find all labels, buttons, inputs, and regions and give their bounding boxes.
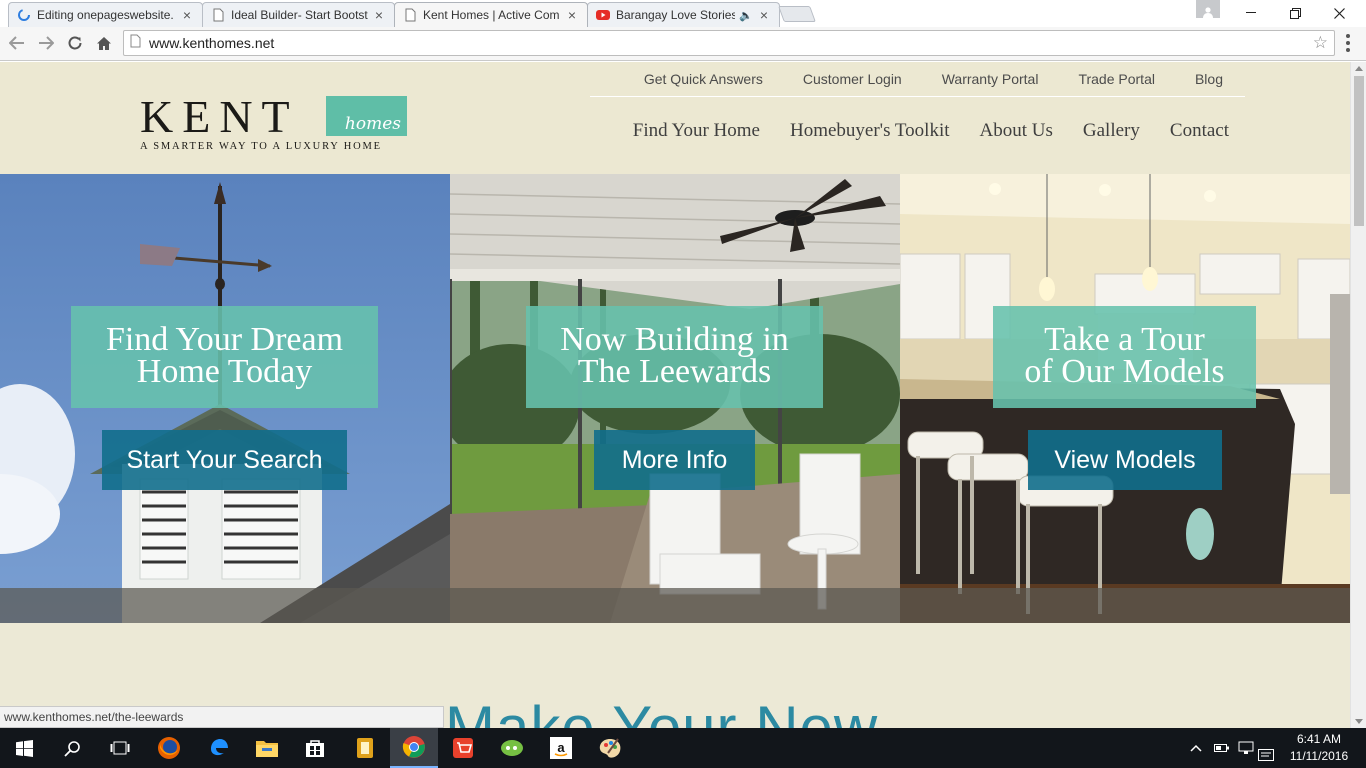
tab-close-icon[interactable]: × [180,7,194,23]
utility-link-blog[interactable]: Blog [1175,71,1245,87]
panel-caption: Find Your Dream Home Today [71,306,378,408]
link-status-bar: www.kenthomes.net/the-leewards [0,706,444,728]
logo-badge: homes [326,96,407,136]
tab-close-icon[interactable]: × [757,7,771,23]
url-text[interactable]: www.kenthomes.net [149,35,274,51]
page-icon [211,8,225,22]
browser-tab-ideal-builder[interactable]: Ideal Builder- Start Bootst × [202,2,395,27]
nav-about-us[interactable]: About Us [965,120,1068,142]
page-icon [403,8,417,22]
edge-icon[interactable] [195,728,243,768]
caption-line-2: The Leewards [577,353,772,390]
panel-footer-strip [0,588,450,623]
more-info-button[interactable]: More Info [594,430,755,490]
nav-contact[interactable]: Contact [1155,120,1245,142]
address-bar[interactable]: www.kenthomes.net ☆ [123,30,1335,56]
clock-date: 11/11/2016 [1289,749,1349,763]
start-your-search-button[interactable]: Start Your Search [102,430,347,490]
power-icon[interactable] [1214,728,1230,768]
nav-find-your-home[interactable]: Find Your Home [618,120,775,142]
scroll-down-arrow-icon[interactable] [1355,719,1363,724]
nav-gallery[interactable]: Gallery [1068,120,1155,142]
browser-tab-kent-homes[interactable]: Kent Homes | Active Com × [394,2,588,27]
windows-taskbar: a 6:41 AM 11/11/2016 [0,728,1366,768]
nav-homebuyers-toolkit[interactable]: Homebuyer's Toolkit [775,120,965,142]
svg-text:a: a [557,740,565,755]
minimize-icon[interactable] [1228,0,1274,26]
view-models-button[interactable]: View Models [1028,430,1222,490]
hero-panel-models[interactable]: Take a Tour of Our Models View Models [900,174,1350,623]
browser-tab-editing[interactable]: Editing onepageswebsite. × [8,2,203,27]
scrollbar-thumb[interactable] [1354,76,1364,226]
back-arrow-icon[interactable] [5,31,29,55]
chrome-icon[interactable] [390,728,438,768]
utility-link-warranty-portal[interactable]: Warranty Portal [922,71,1059,87]
tab-title: Editing onepageswebsite. [37,8,174,22]
youtube-icon [596,8,610,22]
show-hidden-icons-icon[interactable] [1190,728,1202,768]
site-header: KENT homes A SMARTER WAY TO A LUXURY HOM… [0,62,1350,174]
firefox-icon[interactable] [145,728,193,768]
store-icon[interactable] [291,728,339,768]
tab-close-icon[interactable]: × [372,7,386,23]
caption-line-1: Find Your Dream [105,321,344,358]
start-icon[interactable] [0,728,48,768]
utility-link-trade-portal[interactable]: Trade Portal [1058,71,1175,87]
clock-time: 6:41 AM [1296,732,1342,746]
utility-link-customer-login[interactable]: Customer Login [783,71,922,87]
browser-toolbar: www.kenthomes.net ☆ [0,27,1366,61]
caption-line-1: Now Building in [560,321,789,358]
main-nav: Find Your Home Homebuyer's Toolkit About… [590,120,1245,142]
tab-close-icon[interactable]: × [565,7,579,23]
utility-link-quick-answers[interactable]: Get Quick Answers [624,71,783,87]
restore-icon[interactable] [1272,0,1318,26]
scroll-up-arrow-icon[interactable] [1355,66,1363,71]
action-center-icon[interactable] [1258,736,1274,768]
hero-panel-search[interactable]: Find Your Dream Home Today Start Your Se… [0,174,450,623]
browser-tab-youtube[interactable]: Barangay Love Stories 🔈 × [587,2,780,27]
paint-icon[interactable] [586,728,634,768]
amazon-icon[interactable]: a [537,728,585,768]
network-icon[interactable] [1238,728,1254,768]
kent-homes-logo[interactable]: KENT homes A SMARTER WAY TO A LUXURY HOM… [140,94,410,154]
app-icon[interactable] [341,728,389,768]
task-view-icon[interactable] [96,728,144,768]
forward-arrow-icon[interactable] [34,31,58,55]
chat-icon[interactable] [488,728,536,768]
tab-title: Ideal Builder- Start Bootst [231,8,368,22]
section-heading: Make Your New [445,694,879,728]
page-icon [130,34,141,53]
browser-tab-strip: Editing onepageswebsite. × Ideal Builder… [0,0,1366,27]
user-profile-icon[interactable] [1196,0,1220,18]
shopping-icon[interactable] [439,728,487,768]
caption-line-1: Take a Tour [1044,321,1205,358]
home-icon[interactable] [92,31,116,55]
panel-caption: Take a Tour of Our Models [993,306,1256,408]
kent-homes-page: KENT homes A SMARTER WAY TO A LUXURY HOM… [0,62,1350,728]
new-tab-button[interactable] [778,6,816,22]
file-explorer-icon[interactable] [243,728,291,768]
utility-nav: Get Quick Answers Customer Login Warrant… [590,62,1245,97]
panel-footer-strip [450,588,900,623]
search-icon[interactable] [48,728,96,768]
page-scrollbar[interactable] [1350,62,1366,728]
logo-tagline: A SMARTER WAY TO A LUXURY HOME [140,141,382,152]
hero-panels: Find Your Dream Home Today Start Your Se… [0,174,1350,623]
browser-menu-icon[interactable] [1340,33,1356,53]
close-icon[interactable] [1316,0,1362,26]
hero-panel-leewards[interactable]: Now Building in The Leewards More Info [450,174,900,623]
panel-footer-strip [900,588,1350,623]
system-clock[interactable]: 6:41 AM 11/11/2016 [1288,731,1350,765]
panel-caption: Now Building in The Leewards [526,306,823,408]
caption-line-2: of Our Models [1024,353,1225,390]
caption-line-2: Home Today [136,353,313,390]
loading-spinner-icon [17,8,31,22]
reload-icon[interactable] [63,31,87,55]
tab-title: Barangay Love Stories [616,8,735,22]
audio-icon[interactable]: 🔈 [739,9,753,22]
tab-title: Kent Homes | Active Com [423,8,560,22]
bookmark-star-icon[interactable]: ☆ [1313,33,1328,53]
logo-wordmark: KENT [140,91,299,142]
